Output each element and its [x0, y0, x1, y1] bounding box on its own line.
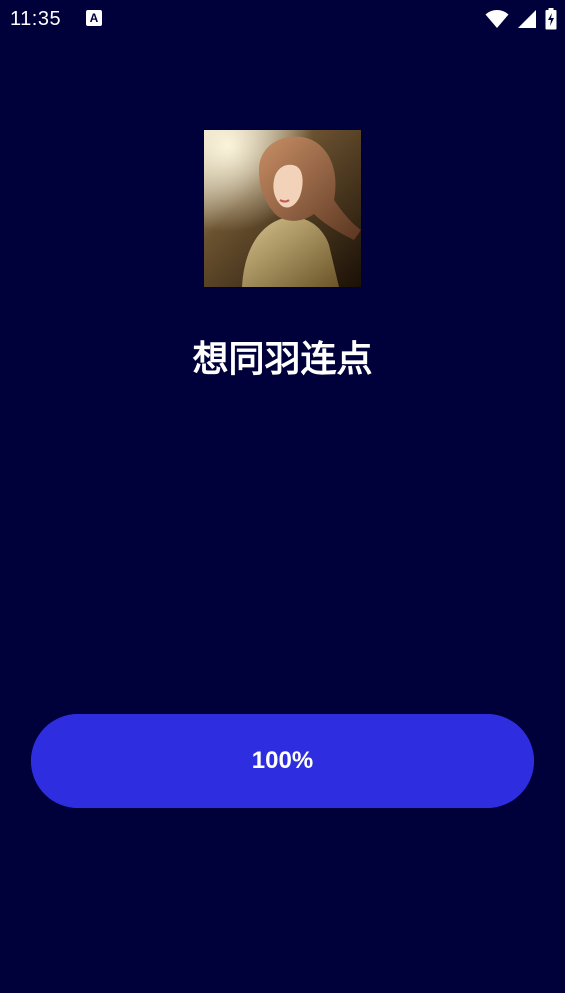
progress-button[interactable]: 100% [31, 714, 534, 808]
album-art-image [204, 130, 361, 287]
notification-app-icon: A [86, 10, 102, 26]
battery-icon [545, 8, 557, 30]
status-time: 11:35 [10, 8, 62, 30]
album-art [204, 130, 361, 287]
status-bar: 11:35 A [0, 0, 565, 40]
wifi-icon [485, 10, 509, 28]
progress-label: 100% [251, 747, 314, 774]
signal-icon [518, 10, 536, 28]
status-icons [485, 8, 557, 30]
song-title: 想同羽连点 [192, 339, 373, 380]
